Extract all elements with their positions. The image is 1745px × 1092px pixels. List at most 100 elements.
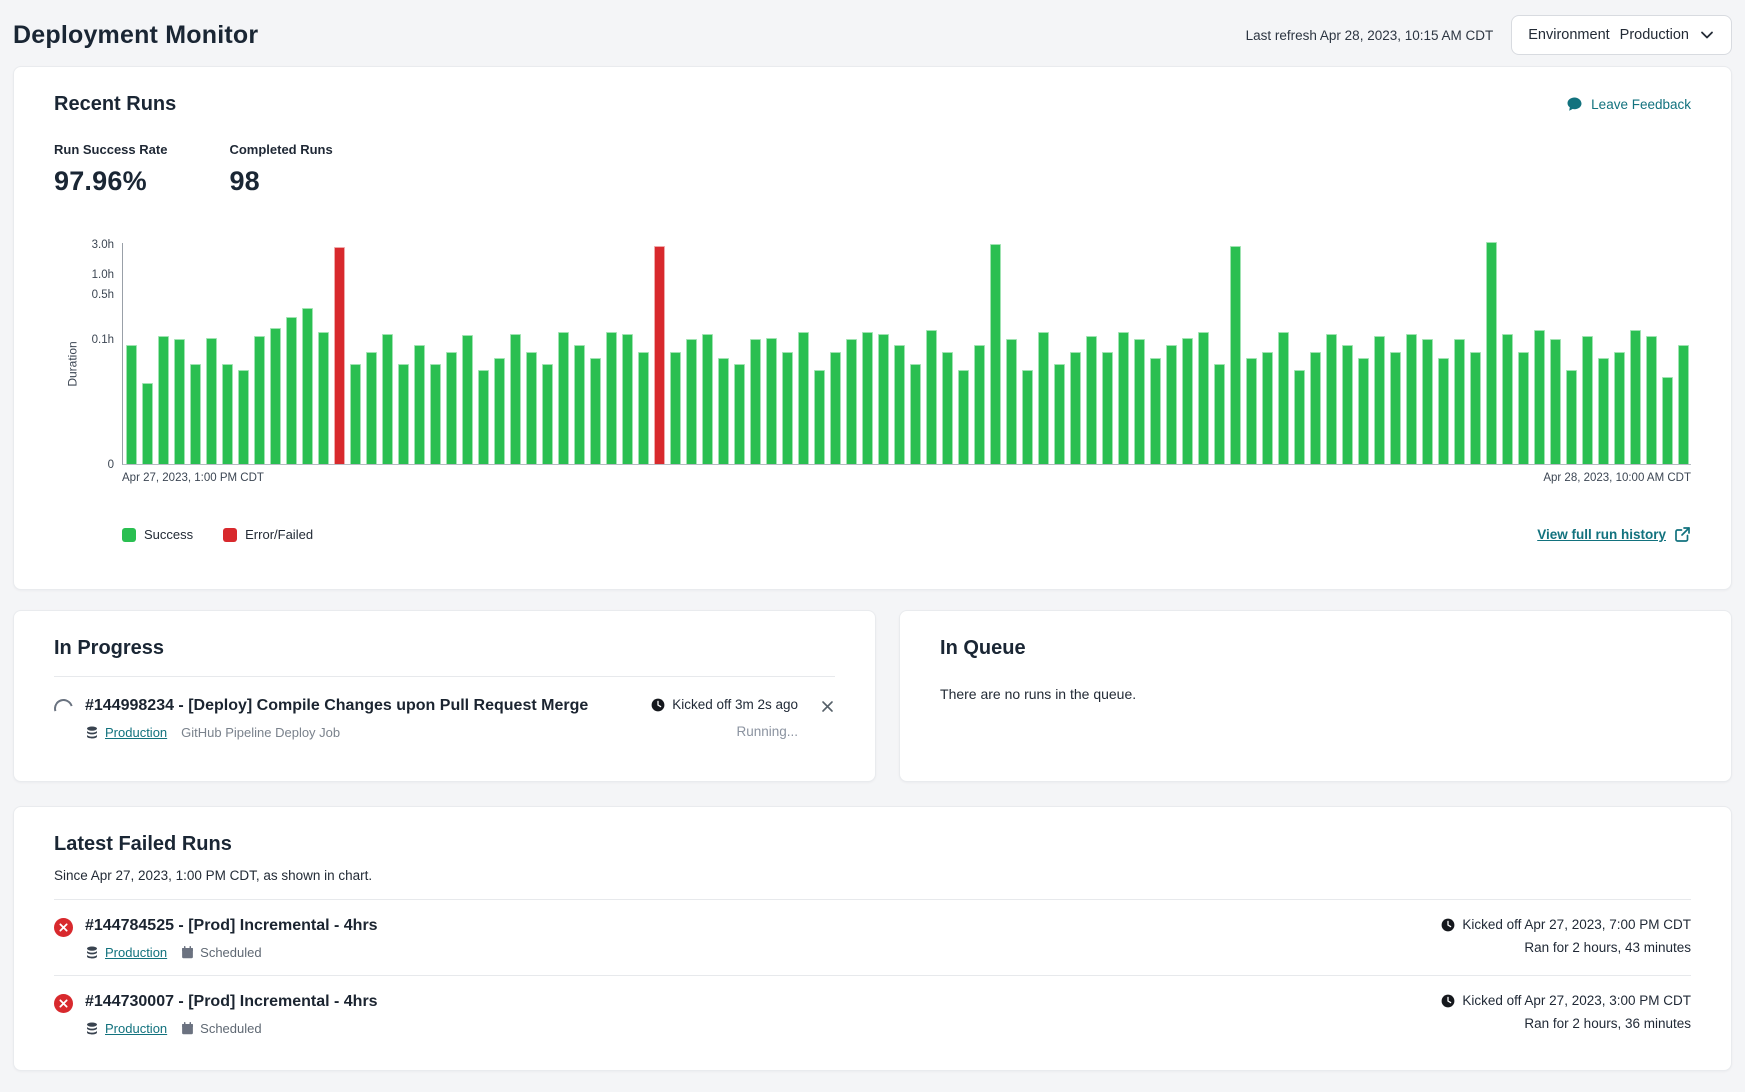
run-bar-success[interactable] [910,364,921,464]
run-bar-failed[interactable] [334,247,345,464]
run-bar-success[interactable] [734,364,745,464]
run-bar-success[interactable] [1102,352,1113,465]
run-bar-success[interactable] [894,345,905,464]
run-bar-success[interactable] [1582,336,1593,464]
run-bar-success[interactable] [462,335,473,464]
run-bar-success[interactable] [862,332,873,464]
run-bar-success[interactable] [1230,246,1241,464]
run-bar-success[interactable] [1006,339,1017,464]
run-bar-success[interactable] [446,352,457,465]
run-bar-success[interactable] [1086,336,1097,464]
run-bar-success[interactable] [1630,330,1641,465]
run-bar-success[interactable] [494,358,505,464]
run-bar-success[interactable] [814,370,825,464]
run-bar-success[interactable] [1262,352,1273,465]
run-bar-success[interactable] [350,364,361,464]
run-bar-success[interactable] [942,352,953,465]
run-bar-success[interactable] [670,352,681,465]
run-bar-success[interactable] [1198,332,1209,464]
run-bar-success[interactable] [766,338,777,464]
run-bar-success[interactable] [1406,334,1417,464]
run-bar-success[interactable] [1374,336,1385,464]
run-bar-success[interactable] [1438,358,1449,464]
run-bar-success[interactable] [1678,345,1689,464]
run-bar-success[interactable] [878,334,889,464]
run-bar-success[interactable] [174,339,185,464]
run-bar-success[interactable] [1166,345,1177,464]
run-bar-success[interactable] [750,339,761,464]
run-bar-success[interactable] [1150,358,1161,464]
environment-production-link[interactable]: Production [105,1021,167,1036]
run-bar-success[interactable] [414,345,425,464]
run-bar-success[interactable] [1310,352,1321,465]
run-bar-success[interactable] [1662,377,1673,465]
run-bar-success[interactable] [526,352,537,465]
run-bar-success[interactable] [1118,332,1129,464]
run-bar-success[interactable] [718,358,729,464]
run-bar-success[interactable] [398,364,409,464]
run-bar-success[interactable] [1342,345,1353,464]
run-bar-success[interactable] [974,345,985,464]
run-bar-success[interactable] [622,334,633,464]
run-bar-success[interactable] [254,336,265,464]
environment-select[interactable]: Environment Production [1511,15,1732,55]
run-bar-success[interactable] [1614,352,1625,465]
run-bar-success[interactable] [126,345,137,464]
run-bar-success[interactable] [430,364,441,464]
run-bar-success[interactable] [846,339,857,464]
run-bar-success[interactable] [1358,358,1369,464]
run-bar-success[interactable] [1182,338,1193,464]
run-bar-success[interactable] [606,332,617,464]
run-bar-success[interactable] [206,338,217,464]
environment-production-link[interactable]: Production [105,945,167,960]
run-bar-success[interactable] [1422,339,1433,464]
run-bar-success[interactable] [686,339,697,464]
run-bar-success[interactable] [238,370,249,464]
run-bar-success[interactable] [302,308,313,464]
run-bar-success[interactable] [318,332,329,464]
run-bar-success[interactable] [590,358,601,464]
run-bar-success[interactable] [1534,330,1545,465]
run-bar-success[interactable] [1454,339,1465,464]
run-bar-success[interactable] [1246,358,1257,464]
run-bar-success[interactable] [926,330,937,465]
run-bar-success[interactable] [1502,334,1513,464]
run-bar-success[interactable] [270,328,281,464]
run-bar-success[interactable] [1518,352,1529,465]
run-bar-success[interactable] [1214,364,1225,464]
run-bar-success[interactable] [1566,370,1577,464]
run-bar-success[interactable] [510,334,521,464]
run-bar-success[interactable] [702,334,713,464]
run-bar-success[interactable] [1070,352,1081,465]
run-bar-success[interactable] [1390,352,1401,465]
run-bar-success[interactable] [1038,332,1049,464]
run-bar-success[interactable] [1022,370,1033,464]
run-bar-success[interactable] [1646,336,1657,464]
run-bar-success[interactable] [286,317,297,464]
run-bar-success[interactable] [558,332,569,464]
run-bar-success[interactable] [1278,332,1289,464]
run-bar-success[interactable] [782,352,793,465]
run-bar-success[interactable] [142,383,153,464]
run-bar-success[interactable] [1134,339,1145,464]
run-bar-success[interactable] [158,336,169,464]
run-bar-success[interactable] [1598,358,1609,464]
run-bar-success[interactable] [1550,339,1561,464]
run-bar-success[interactable] [990,244,1001,464]
run-bar-success[interactable] [1486,242,1497,464]
run-bar-success[interactable] [958,370,969,464]
leave-feedback-link[interactable]: Leave Feedback [1566,96,1691,113]
run-bar-success[interactable] [574,345,585,464]
view-full-run-history-link[interactable]: View full run history [1537,526,1691,543]
run-bar-success[interactable] [366,352,377,465]
run-bar-success[interactable] [1294,370,1305,464]
run-bar-success[interactable] [1326,334,1337,464]
run-bar-success[interactable] [1054,364,1065,464]
run-bar-success[interactable] [478,370,489,464]
run-bar-failed[interactable] [654,246,665,464]
run-bar-success[interactable] [542,364,553,464]
run-bar-success[interactable] [382,334,393,464]
run-bar-success[interactable] [1470,352,1481,465]
run-bar-success[interactable] [638,352,649,465]
run-bar-success[interactable] [830,352,841,465]
